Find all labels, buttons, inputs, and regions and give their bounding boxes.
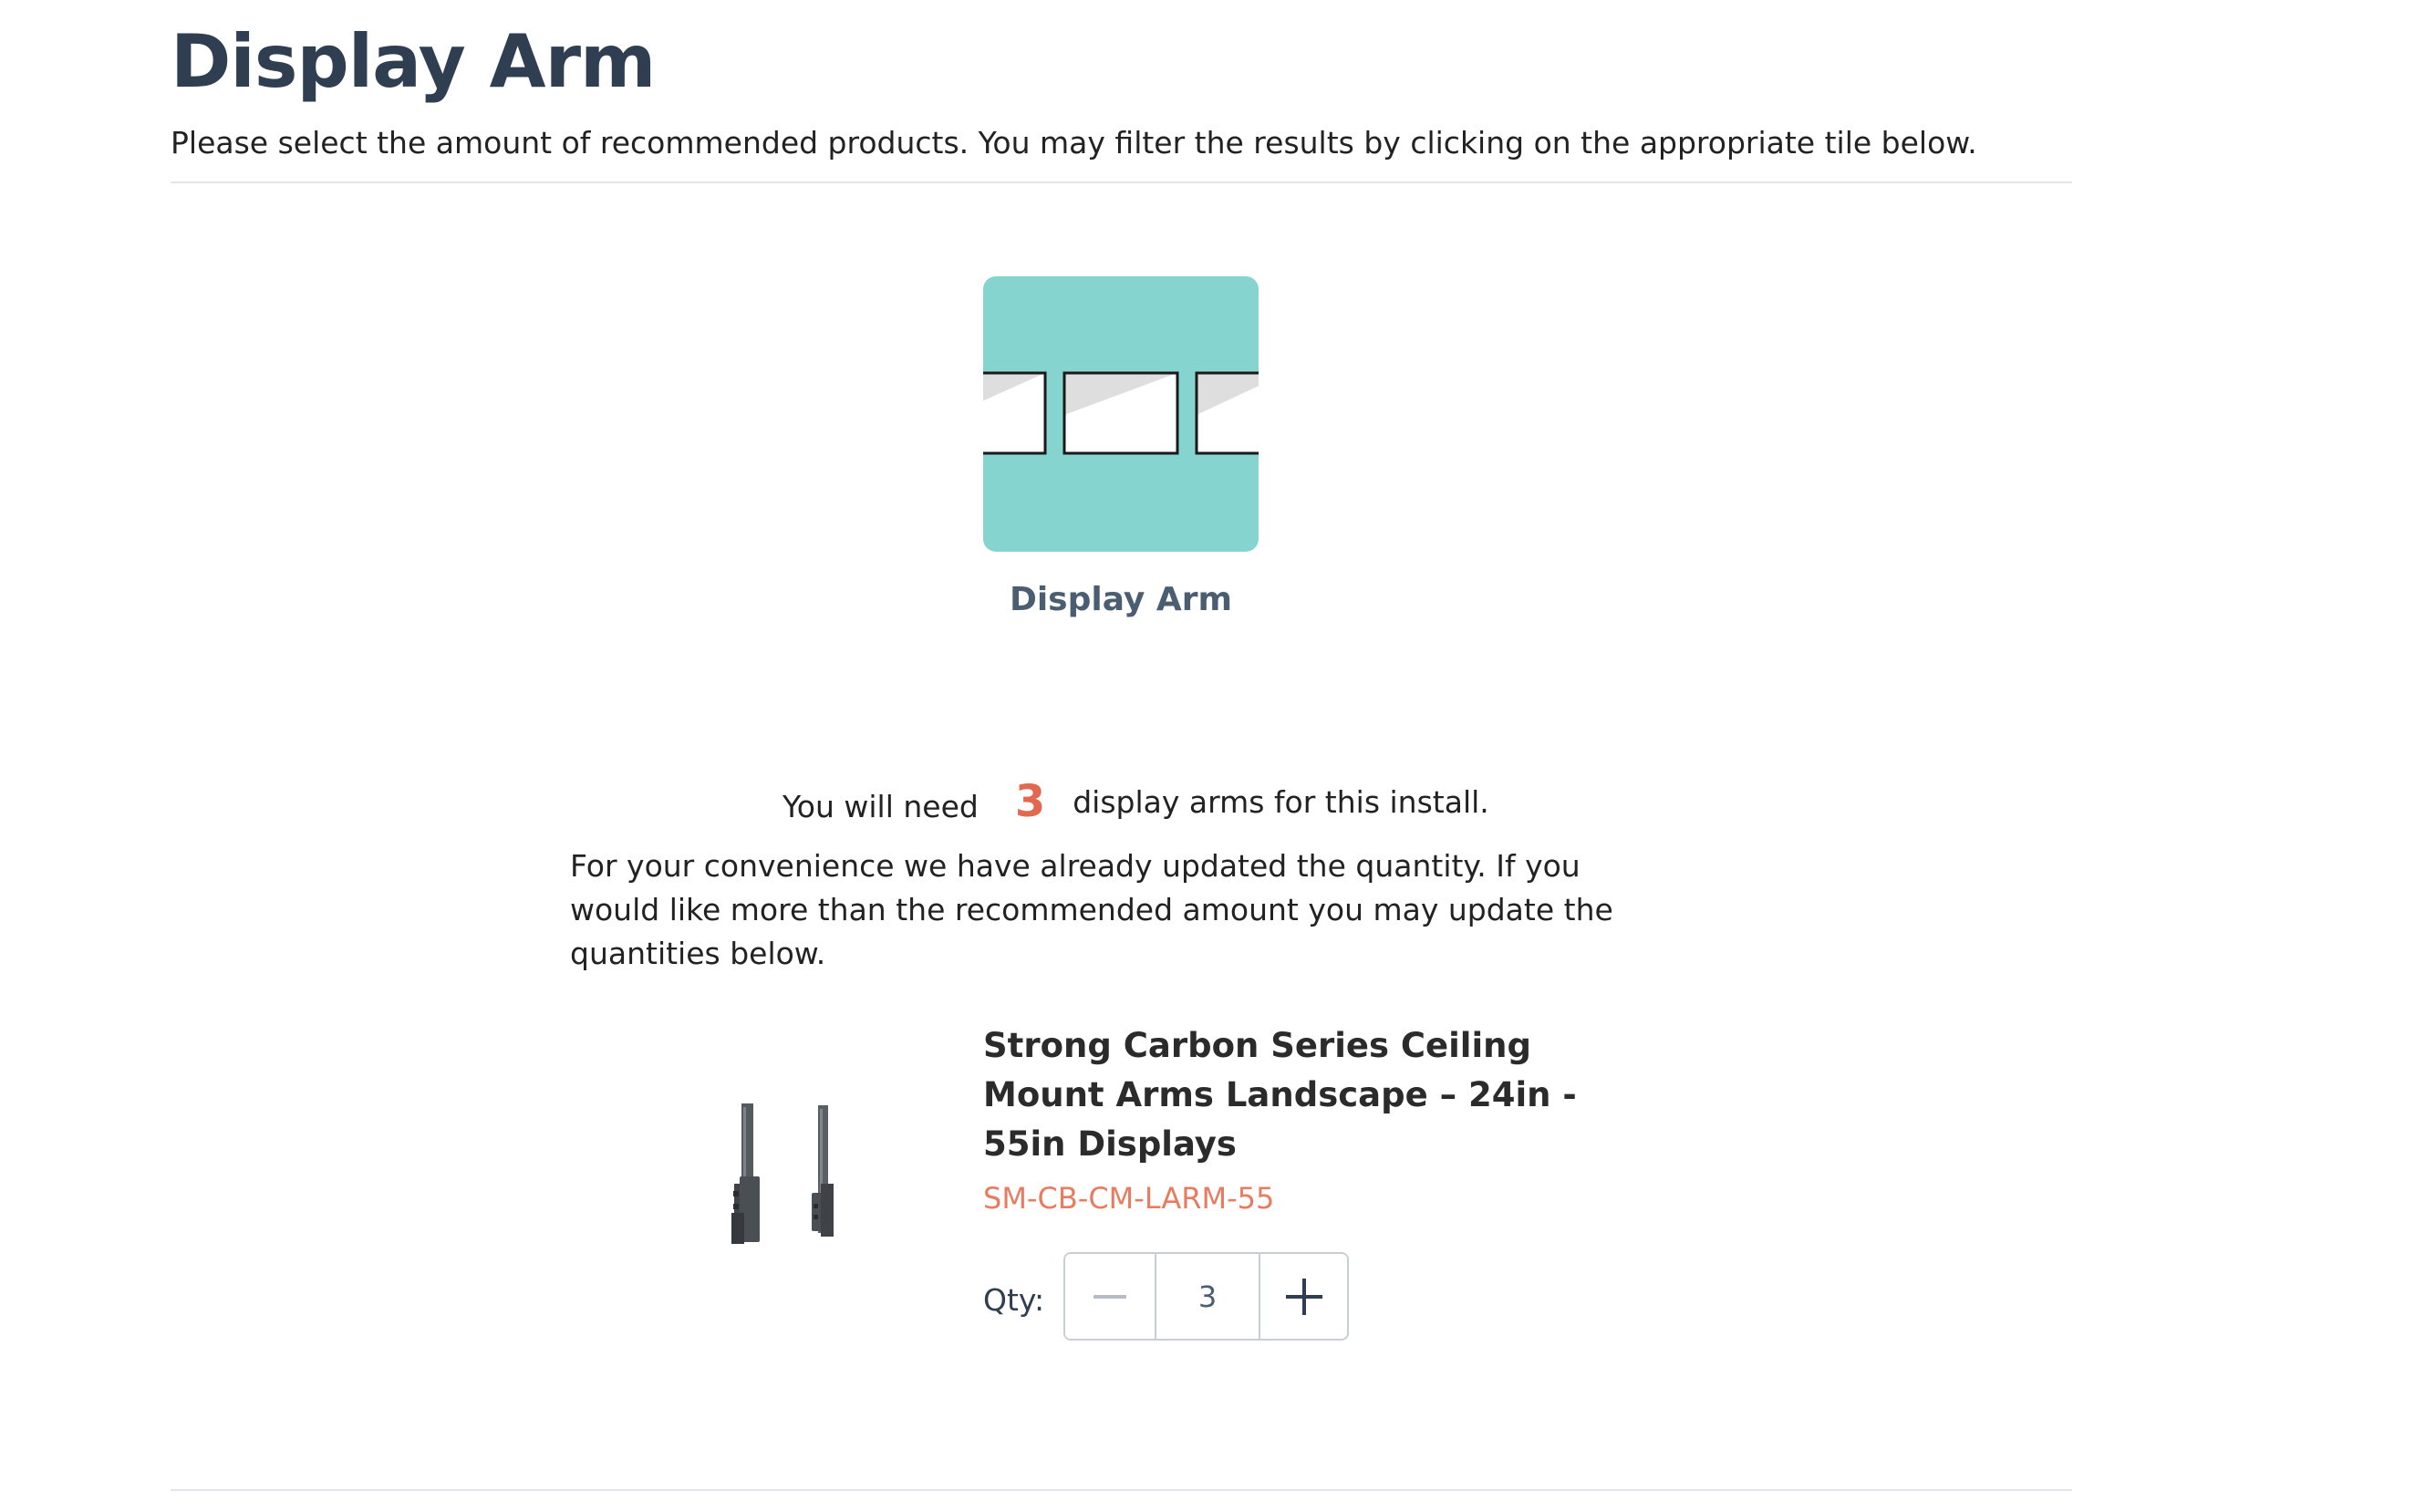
product-sku: SM-CB-CM-LARM-55 <box>983 1181 1275 1216</box>
recommendation-suffix: display arms for this install. <box>1073 783 1489 820</box>
recommended-count: 3 <box>1014 776 1046 827</box>
plus-icon <box>1285 1278 1322 1315</box>
minus-icon <box>1093 1294 1126 1299</box>
filter-tile-label[interactable]: Display Arm <box>912 575 1330 626</box>
convenience-note: For your convenience we have already upd… <box>570 848 1613 971</box>
bottom-divider <box>171 1489 2072 1491</box>
ceiling-mount-arms-image <box>711 1076 876 1249</box>
qty-label: Qty: <box>983 1282 1045 1318</box>
recommendation-line: You will need 3 display arms for this in… <box>783 768 1489 835</box>
increase-quantity-button[interactable] <box>1260 1254 1347 1339</box>
top-divider <box>171 181 2072 183</box>
quantity-input[interactable] <box>1155 1254 1260 1339</box>
display-arm-filter-tile[interactable] <box>983 276 1259 552</box>
quantity-stepper[interactable] <box>1063 1252 1349 1341</box>
recommendation-prefix: You will need <box>783 788 979 824</box>
decrease-quantity-button[interactable] <box>1065 1254 1155 1339</box>
three-displays-icon <box>983 371 1259 455</box>
page-title: Display Arm <box>171 19 656 104</box>
intro-text: Please select the amount of recommended … <box>171 125 1977 161</box>
product-name[interactable]: Strong Carbon Series Ceiling Mount Arms … <box>983 1021 1612 1169</box>
